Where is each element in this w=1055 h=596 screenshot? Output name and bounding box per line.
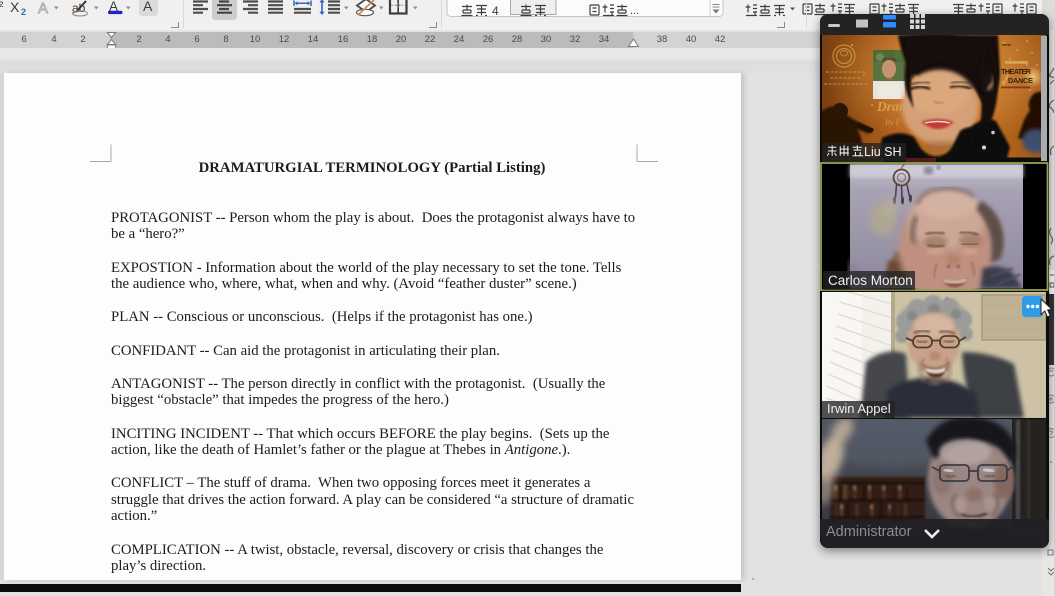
svg-text:4: 4	[492, 4, 499, 18]
svg-text:THEATER: THEATER	[1001, 67, 1032, 76]
svg-text:By F: By F	[885, 118, 900, 127]
svg-text:DANCE: DANCE	[1008, 76, 1033, 85]
svg-text:...: ...	[630, 5, 639, 17]
